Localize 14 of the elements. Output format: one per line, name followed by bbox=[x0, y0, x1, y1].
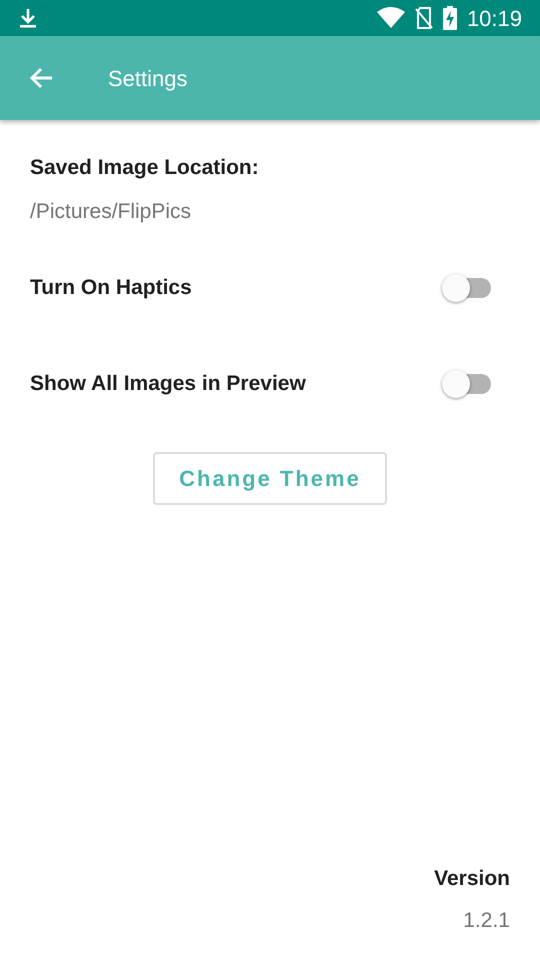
setting-label: Show All Images in Preview bbox=[30, 371, 306, 398]
screen-title: Settings bbox=[108, 64, 188, 93]
version-label: Version bbox=[434, 866, 510, 892]
setting-label: Saved Image Location: bbox=[30, 155, 260, 181]
download-icon bbox=[18, 7, 38, 29]
no-sim-icon bbox=[414, 7, 433, 29]
location-value: /Pictures/FlipPics bbox=[30, 199, 192, 225]
battery-charging-icon bbox=[442, 6, 457, 30]
back-arrow-icon bbox=[28, 66, 54, 90]
setting-label: Turn On Haptics bbox=[30, 275, 192, 302]
change-theme-button[interactable]: Change Theme bbox=[153, 452, 387, 505]
version-number: 1.2.1 bbox=[463, 908, 510, 934]
wifi-icon bbox=[376, 7, 405, 29]
status-time: 10:19 bbox=[466, 4, 522, 32]
